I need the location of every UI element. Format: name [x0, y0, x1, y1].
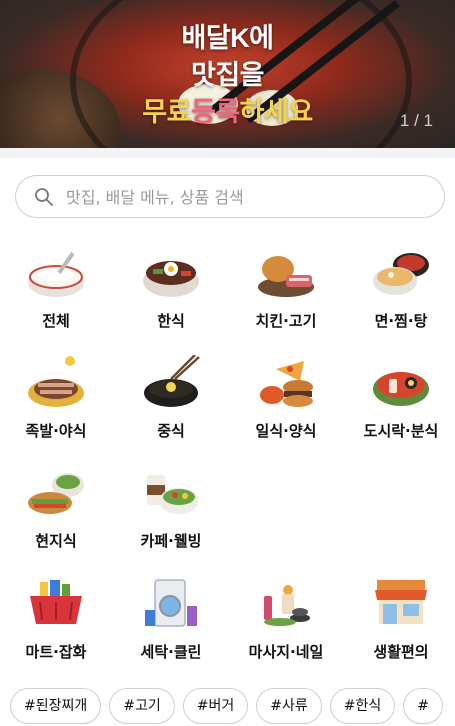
category-massage-nail[interactable]: 마사지·네일 — [230, 576, 342, 680]
hashtag-chip[interactable]: #사류 — [256, 688, 322, 724]
banner-title-line1: 배달K에 — [181, 23, 274, 53]
promo-banner[interactable]: 배달K에 맛집을 무료등록하세요 1 / 1 — [0, 0, 455, 148]
chinese-food-icon — [144, 355, 200, 407]
rice-bowl-icon — [28, 252, 84, 297]
washing-machine-icon — [145, 579, 197, 627]
basket-icon — [30, 580, 82, 624]
divider — [0, 148, 455, 158]
category-label: 치킨·고기 — [255, 312, 317, 330]
category-label: 생활편의 — [373, 643, 429, 661]
banner-word-register: 등록 — [190, 97, 240, 127]
category-local[interactable]: 현지식 — [0, 465, 112, 569]
noodle-soup-icon — [373, 253, 429, 295]
bibimbap-icon — [143, 261, 199, 297]
banner-title-line2: 맛집을 — [190, 60, 265, 90]
search-icon — [35, 188, 53, 206]
banner-title-line3: 무료등록하세요 — [0, 90, 455, 129]
search-bar[interactable] — [15, 175, 445, 218]
category-label: 카페·웰빙 — [140, 532, 202, 550]
category-lunchbox-snack[interactable]: 도시락·분식 — [345, 355, 455, 459]
chicken-meat-icon — [258, 256, 314, 297]
spa-icon — [264, 585, 310, 626]
category-label: 마트·잡화 — [25, 643, 87, 661]
category-label: 일식·양식 — [255, 422, 317, 440]
banner-pager: 1 / 1 — [399, 111, 433, 130]
hashtag-chip[interactable]: #고기 — [109, 688, 175, 724]
tteokbokki-icon — [373, 372, 429, 406]
category-mart[interactable]: 마트·잡화 — [0, 576, 112, 680]
hashtag-chip[interactable]: #한식 — [329, 688, 396, 724]
banner-word-please: 하세요 — [239, 97, 314, 127]
sandwich-icon — [28, 473, 84, 514]
sushi-burger-icon — [260, 361, 313, 407]
category-label: 족발·야식 — [25, 422, 87, 440]
category-label: 한식 — [157, 312, 185, 330]
hashtag-chip[interactable]: #된장찌개 — [10, 688, 102, 724]
category-chinese[interactable]: 중식 — [115, 355, 227, 459]
category-label: 세탁·클린 — [140, 643, 202, 661]
category-laundry[interactable]: 세탁·클린 — [115, 576, 227, 680]
category-noodle-soup[interactable]: 면·찜·탕 — [345, 245, 455, 349]
hashtag-chip[interactable]: # — [403, 688, 443, 724]
category-korean[interactable]: 한식 — [115, 245, 227, 349]
category-label: 마사지·네일 — [248, 643, 324, 661]
category-label: 전체 — [42, 312, 70, 330]
coffee-salad-icon — [147, 475, 199, 514]
search-input[interactable] — [64, 180, 428, 215]
category-label: 도시락·분식 — [363, 422, 439, 440]
hashtag-list: #된장찌개 #고기 #버거 #사류 #한식 # — [10, 688, 455, 726]
category-cafe-wellbeing[interactable]: 카페·웰빙 — [115, 465, 227, 569]
jokbal-icon — [28, 356, 84, 407]
category-japanese-western[interactable]: 일식·양식 — [230, 355, 342, 459]
category-chicken-meat[interactable]: 치킨·고기 — [230, 245, 342, 349]
category-all[interactable]: 전체 — [0, 245, 112, 349]
hashtag-chip[interactable]: #버거 — [182, 688, 249, 724]
store-icon — [375, 580, 427, 624]
category-jokbal[interactable]: 족발·야식 — [0, 355, 112, 459]
category-label: 면·찜·탕 — [374, 312, 428, 330]
category-label: 중식 — [157, 422, 185, 440]
category-label: 현지식 — [35, 532, 77, 550]
category-convenience[interactable]: 생활편의 — [345, 576, 455, 680]
banner-word-free: 무료 — [142, 97, 191, 127]
